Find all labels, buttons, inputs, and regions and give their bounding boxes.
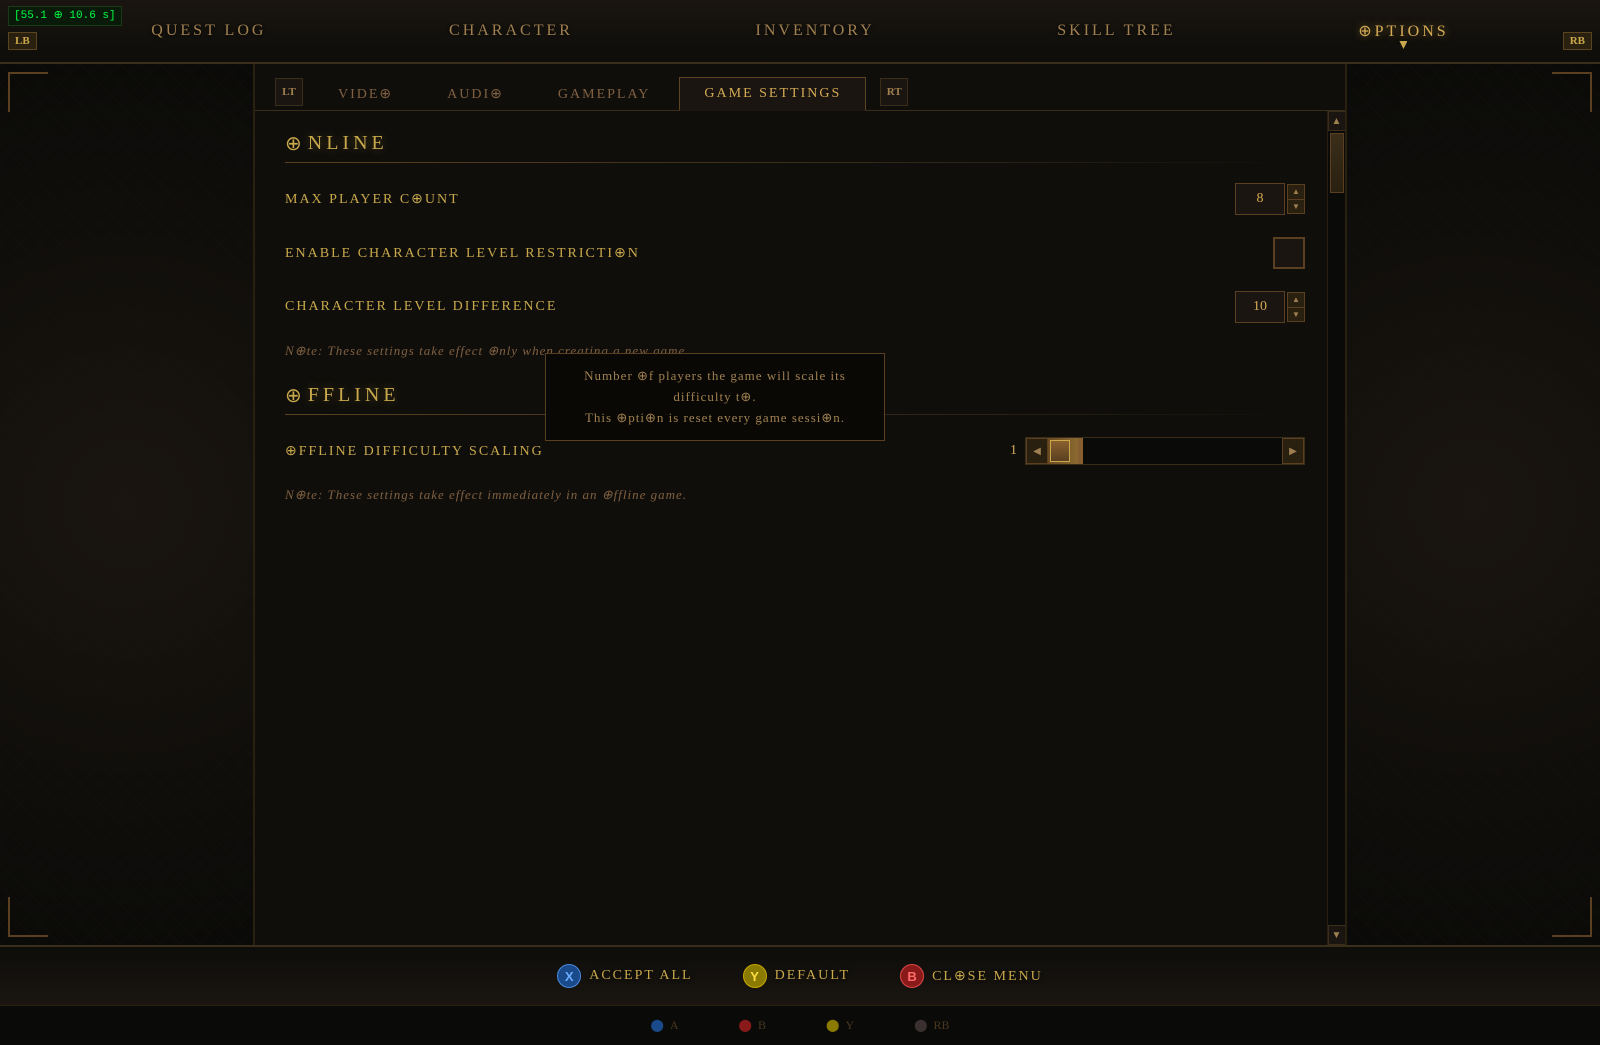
- char-level-restriction-label: Enable Character Level Restricti⊕n: [285, 245, 1273, 262]
- strip-label-a: A: [670, 1018, 679, 1033]
- bottom-strip: ⬤ A ⬤ B ⬤ Y ⬤ RB: [0, 1005, 1600, 1045]
- tab-options[interactable]: ⊕ptions: [1338, 13, 1468, 49]
- strip-item-rb: ⬤ RB: [914, 1018, 949, 1033]
- strip-icon-y: ⬤: [826, 1018, 839, 1033]
- char-level-diff-input[interactable]: [1235, 291, 1285, 323]
- tab-gameplay[interactable]: Gameplay: [533, 78, 676, 111]
- lt-button[interactable]: LT: [275, 78, 303, 106]
- strip-icon-a: ⬤: [650, 1018, 663, 1033]
- char-level-diff-increment[interactable]: ▲: [1287, 292, 1305, 307]
- online-section-header: ⊕ nline: [285, 131, 1305, 156]
- right-panel-pattern: [1347, 64, 1600, 945]
- char-level-diff-row: Character Level Difference ▲ ▼: [285, 289, 1305, 325]
- offline-difficulty-label: ⊕ffline Difficulty Scaling: [285, 443, 1001, 460]
- char-level-diff-spinbox-buttons: ▲ ▼: [1287, 292, 1305, 322]
- offline-section: ⊕ ffline Number ⊕f players the game will…: [285, 383, 1305, 503]
- char-level-diff-spinbox: ▲ ▼: [1235, 291, 1305, 323]
- max-player-spinbox-buttons: ▲ ▼: [1287, 184, 1305, 214]
- online-divider: [285, 162, 1305, 163]
- tab-character[interactable]: Character: [429, 14, 593, 48]
- y-button-icon: Y: [743, 964, 767, 988]
- offline-difficulty-slider[interactable]: ◀ ▶: [1025, 437, 1305, 465]
- offline-difficulty-control: 1 ◀ ▶: [1001, 437, 1305, 465]
- strip-label-y: Y: [845, 1018, 854, 1033]
- offline-tooltip: Number ⊕f players the game will scale it…: [545, 353, 885, 441]
- max-player-decrement[interactable]: ▼: [1287, 199, 1305, 214]
- bottom-bar: X Accept All Y Default B Cl⊕se Menu: [0, 945, 1600, 1005]
- lb-button[interactable]: LB: [8, 32, 37, 50]
- char-level-restriction-row: Enable Character Level Restricti⊕n: [285, 235, 1305, 271]
- strip-label-b: B: [758, 1018, 766, 1033]
- max-player-spinbox: ▲ ▼: [1235, 183, 1305, 215]
- max-player-count-control: ▲ ▼: [1235, 183, 1305, 215]
- strip-icon-rb: ⬤: [914, 1018, 927, 1033]
- tab-video[interactable]: Vide⊕: [313, 77, 418, 111]
- right-panel: [1345, 64, 1600, 945]
- offline-icon: ⊕: [285, 383, 302, 408]
- close-menu-label: Cl⊕se Menu: [932, 968, 1043, 985]
- corner-ornament-tr: [1552, 72, 1592, 112]
- settings-content: ⊕ nline Max Player C⊕unt ▲ ▼: [255, 111, 1345, 945]
- default-label: Default: [775, 968, 850, 984]
- offline-section-header: ⊕ ffline Number ⊕f players the game will…: [285, 383, 1305, 408]
- main-area: LT Vide⊕ Audi⊕ Gameplay Game Settings RT: [0, 64, 1600, 945]
- strip-label-rb: RB: [934, 1018, 950, 1033]
- offline-difficulty-value: 1: [1001, 443, 1017, 459]
- offline-divider: [285, 414, 1305, 415]
- corner-ornament-bl: [8, 897, 48, 937]
- center-content: LT Vide⊕ Audi⊕ Gameplay Game Settings RT: [255, 64, 1345, 945]
- max-player-increment[interactable]: ▲: [1287, 184, 1305, 199]
- max-player-count-label: Max Player C⊕unt: [285, 191, 1235, 208]
- online-icon: ⊕: [285, 131, 302, 156]
- max-player-input[interactable]: [1235, 183, 1285, 215]
- char-level-diff-decrement[interactable]: ▼: [1287, 307, 1305, 322]
- scroll-up-button[interactable]: ▲: [1328, 111, 1346, 131]
- slider-arrow-right[interactable]: ▶: [1282, 438, 1304, 464]
- rb-button[interactable]: RB: [1563, 32, 1592, 50]
- strip-item-y: ⬤ Y: [826, 1018, 854, 1033]
- online-note: N⊕te: These settings take effect ⊕nly wh…: [285, 343, 1305, 359]
- corner-ornament-br: [1552, 897, 1592, 937]
- scroll-down-button[interactable]: ▼: [1328, 925, 1346, 945]
- accept-all-button[interactable]: X Accept All: [557, 964, 692, 988]
- offline-note: N⊕te: These settings take effect immedia…: [285, 487, 1305, 503]
- top-nav-tabs: Quest Log Character Inventory Skill Tree…: [0, 0, 1600, 62]
- offline-difficulty-row: ⊕ffline Difficulty Scaling 1 ◀ ▶: [285, 433, 1305, 469]
- tab-inventory[interactable]: Inventory: [736, 14, 895, 48]
- tab-skill-tree[interactable]: Skill Tree: [1037, 14, 1195, 48]
- hud-display: [55.1 ⊕ 10.6 s]: [8, 6, 122, 26]
- online-title: nline: [308, 132, 388, 155]
- b-button-icon: B: [900, 964, 924, 988]
- top-nav: [55.1 ⊕ 10.6 s] LB Quest Log Character I…: [0, 0, 1600, 64]
- strip-icon-b: ⬤: [739, 1018, 752, 1033]
- slider-thumb[interactable]: [1050, 440, 1070, 462]
- slider-arrow-left[interactable]: ◀: [1026, 438, 1048, 464]
- default-button[interactable]: Y Default: [743, 964, 850, 988]
- offline-title: ffline: [308, 384, 400, 407]
- char-level-diff-label: Character Level Difference: [285, 299, 1235, 315]
- char-level-restriction-control: [1273, 237, 1305, 269]
- char-level-diff-control: ▲ ▼: [1235, 291, 1305, 323]
- left-panel: [0, 64, 255, 945]
- x-button-icon: X: [557, 964, 581, 988]
- scroll-thumb[interactable]: [1330, 133, 1344, 193]
- rt-button[interactable]: RT: [880, 78, 908, 106]
- max-player-count-row: Max Player C⊕unt ▲ ▼: [285, 181, 1305, 217]
- tab-quest-log[interactable]: Quest Log: [131, 14, 286, 48]
- corner-ornament-tl: [8, 72, 48, 112]
- tab-audio[interactable]: Audi⊕: [422, 77, 529, 111]
- strip-item-b: ⬤ B: [739, 1018, 766, 1033]
- left-panel-pattern: [0, 64, 253, 945]
- accept-all-label: Accept All: [589, 968, 692, 984]
- tab-game-settings[interactable]: Game Settings: [679, 77, 866, 111]
- scrollbar: ▲ ▼: [1327, 111, 1345, 945]
- char-level-restriction-checkbox[interactable]: [1273, 237, 1305, 269]
- sub-tabs: LT Vide⊕ Audi⊕ Gameplay Game Settings RT: [255, 64, 1345, 111]
- slider-fill: [1048, 438, 1282, 464]
- strip-item-a: ⬤ A: [650, 1018, 678, 1033]
- close-menu-button[interactable]: B Cl⊕se Menu: [900, 964, 1043, 988]
